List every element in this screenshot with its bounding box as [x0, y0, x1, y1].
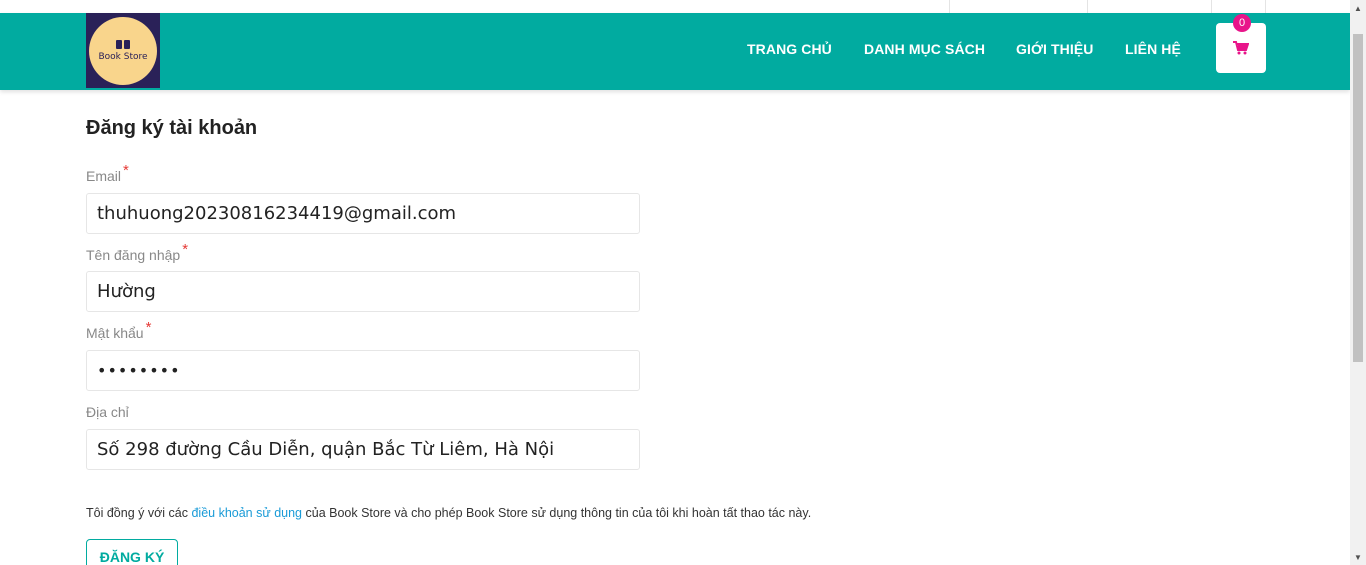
address-field[interactable]: Số 298 đường Cầu Diễn, quận Bắc Từ Liêm,…: [86, 429, 640, 470]
scroll-up-arrow-icon[interactable]: ▲: [1350, 0, 1366, 16]
nav-about[interactable]: GIỚI THIỆU: [1016, 41, 1094, 57]
address-label-text: Địa chỉ: [86, 404, 129, 420]
password-label: Mật khẩu *: [86, 319, 151, 342]
email-label: Email *: [86, 162, 129, 185]
logo-text: Book Store: [98, 51, 148, 62]
required-mark: *: [182, 241, 189, 258]
password-label-text: Mật khẩu: [86, 325, 144, 341]
password-field[interactable]: ••••••••: [86, 350, 640, 391]
site-header: Book Store TRANG CHỦ DANH MỤC SÁCH GIỚI …: [0, 13, 1350, 90]
shopping-cart-icon: [1233, 41, 1249, 55]
top-separator: [949, 0, 950, 13]
book-icon: [116, 39, 130, 49]
nav-contact[interactable]: LIÊN HỆ: [1125, 41, 1181, 57]
email-label-text: Email: [86, 168, 122, 184]
required-mark: *: [123, 162, 129, 179]
username-label: Tên đăng nhập *: [86, 241, 188, 264]
address-label: Địa chỉ: [86, 404, 129, 420]
terms-link[interactable]: điều khoản sử dụng: [191, 506, 302, 520]
terms-agreement: Tôi đồng ý với các điều khoản sử dụng củ…: [86, 506, 811, 520]
nav-book-categories[interactable]: DANH MỤC SÁCH: [864, 41, 985, 57]
terms-prefix: Tôi đồng ý với các: [86, 506, 192, 520]
scrollbar-thumb[interactable]: [1353, 34, 1363, 362]
top-separator: [1211, 0, 1212, 13]
top-separator: [1087, 0, 1088, 13]
top-strip: [0, 0, 1350, 13]
logo[interactable]: Book Store: [86, 13, 160, 88]
vertical-scrollbar[interactable]: ▲ ▼: [1350, 0, 1366, 565]
email-field[interactable]: thuhuong20230816234419@gmail.com: [86, 193, 640, 234]
logo-badge: Book Store: [89, 16, 157, 85]
nav-home[interactable]: TRANG CHỦ: [747, 41, 832, 57]
required-mark: *: [145, 319, 152, 336]
cart-count-badge: 0: [1233, 14, 1251, 32]
terms-suffix: của Book Store và cho phép Book Store sử…: [302, 506, 812, 520]
scroll-down-arrow-icon[interactable]: ▼: [1350, 549, 1366, 565]
username-label-text: Tên đăng nhập: [86, 247, 181, 263]
cart-button[interactable]: 0: [1216, 14, 1266, 73]
register-button[interactable]: ĐĂNG KÝ: [86, 539, 178, 565]
username-field[interactable]: Hường: [86, 271, 640, 312]
top-separator: [1265, 0, 1266, 13]
page-title: Đăng ký tài khoản: [86, 117, 258, 139]
